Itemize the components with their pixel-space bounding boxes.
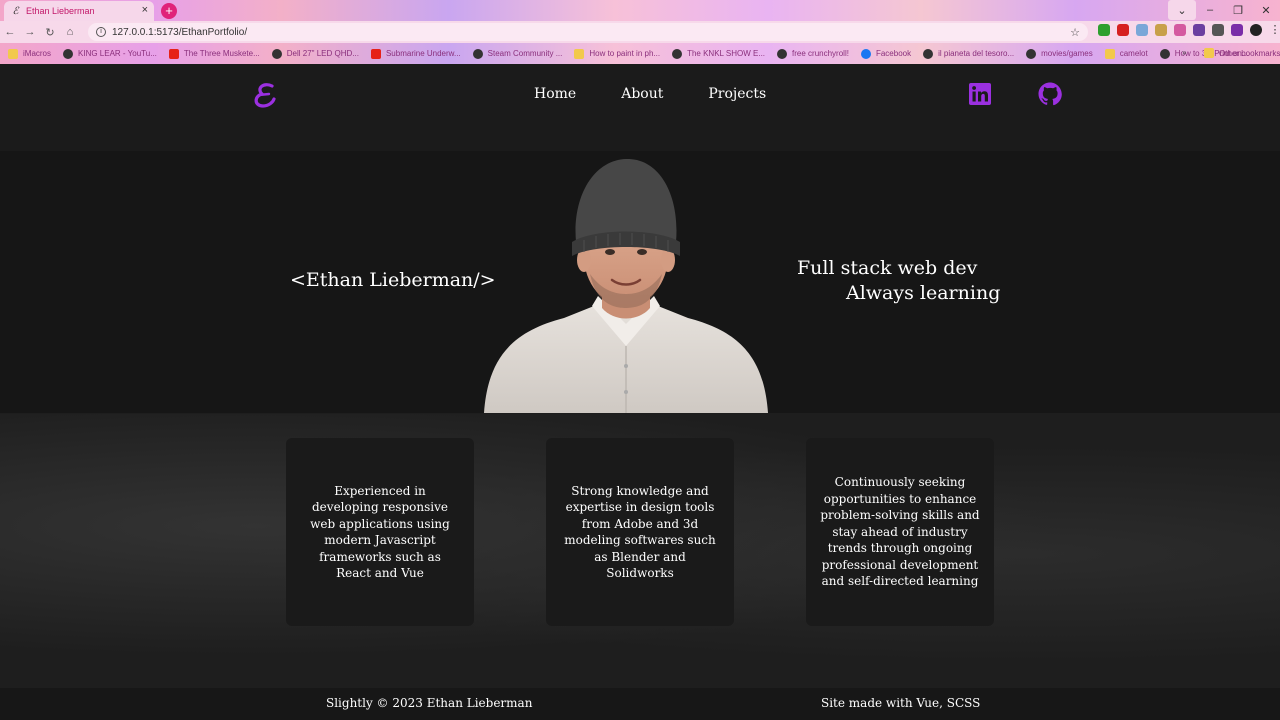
reload-icon[interactable]: ↻ [40, 26, 60, 39]
nav-link-home[interactable]: Home [534, 86, 576, 102]
folder-icon [1204, 48, 1214, 58]
bookmark-item[interactable]: free crunchyroll! [777, 48, 849, 59]
minimize-icon[interactable]: – [1196, 0, 1224, 20]
globe-icon [672, 48, 683, 59]
tab-strip: ℰ Ethan Lieberman × + ⌄ – ❐ ✕ [0, 0, 1280, 21]
back-icon[interactable]: ← [0, 26, 20, 38]
skill-card-text: Strong knowledge and expertise in design… [564, 483, 716, 581]
bookmark-star-icon[interactable]: ☆ [1070, 26, 1080, 39]
close-window-icon[interactable]: ✕ [1252, 0, 1280, 20]
portfolio-page: Home About Projects <Ethan Lieberman/> F… [0, 64, 1280, 720]
browser-tab[interactable]: ℰ Ethan Lieberman × [4, 1, 154, 21]
youtube-icon [370, 48, 381, 59]
bookmark-item[interactable]: The KNKL SHOW E... [672, 48, 765, 59]
site-info-icon[interactable]: i [96, 27, 106, 37]
extension-icon[interactable] [1098, 24, 1110, 36]
home-icon[interactable]: ⌂ [60, 26, 80, 38]
nav-link-about[interactable]: About [621, 86, 663, 102]
nav-link-projects[interactable]: Projects [708, 86, 766, 102]
bookmark-item[interactable]: Facebook [860, 48, 911, 59]
bookmark-item[interactable]: movies/games [1026, 48, 1093, 59]
footer-copyright: Slightly © 2023 Ethan Lieberman [326, 696, 533, 710]
bookmark-item[interactable]: How to paint in ph... [574, 48, 660, 59]
browser-chrome: ℰ Ethan Lieberman × + ⌄ – ❐ ✕ ← → ↻ ⌂ i … [0, 0, 1280, 64]
bookmark-item[interactable]: Steam Community ... [472, 48, 562, 59]
hero-tagline-1: Full stack web dev [797, 257, 978, 279]
globe-icon [1159, 48, 1170, 59]
extension-icon[interactable] [1155, 24, 1167, 36]
skill-card: Strong knowledge and expertise in design… [546, 438, 734, 626]
globe-icon [63, 48, 74, 59]
bookmarks-bar: iMacros KING LEAR - YouTu... The Three M… [0, 43, 1280, 64]
profile-avatar-icon[interactable] [1250, 24, 1262, 36]
skill-card-text: Experienced in developing responsive web… [310, 483, 450, 581]
bookmark-item[interactable]: Dell 27" LED QHD... [271, 48, 359, 59]
site-footer: Slightly © 2023 Ethan Lieberman Site mad… [0, 688, 1280, 720]
youtube-icon [168, 48, 179, 59]
bookmarks-overflow-button[interactable]: » [1182, 48, 1186, 57]
extensions-area: ⋮ [1098, 24, 1280, 36]
linkedin-icon[interactable] [968, 82, 992, 106]
portrait-photo [484, 158, 768, 413]
tab-title: Ethan Lieberman [26, 6, 95, 16]
skill-card: Experienced in developing responsive web… [286, 438, 474, 626]
folder-icon [8, 48, 18, 59]
adblock-extension-icon[interactable] [1117, 24, 1129, 36]
extension-icon[interactable] [1136, 24, 1148, 36]
hero-section: <Ethan Lieberman/> Full stack web dev Al… [0, 151, 1280, 413]
close-tab-icon[interactable]: × [142, 4, 148, 16]
nav-links: Home About Projects [534, 86, 811, 102]
skill-card-text: Continuously seeking opportunities to en… [820, 475, 980, 589]
menu-kebab-icon[interactable]: ⋮ [1269, 24, 1280, 36]
bookmark-item[interactable]: camelot [1104, 48, 1148, 59]
side-panel-icon[interactable] [1231, 24, 1243, 36]
bookmark-item[interactable]: iMacros [8, 48, 51, 59]
bookmark-item[interactable]: KING LEAR - YouTu... [63, 48, 157, 59]
downloads-icon[interactable] [1212, 24, 1224, 36]
restore-icon[interactable]: ❐ [1224, 0, 1252, 20]
new-tab-button[interactable]: + [161, 3, 177, 19]
skill-card: Continuously seeking opportunities to en… [806, 438, 994, 626]
hero-tagline-2: Always learning [846, 282, 1001, 304]
url-text: 127.0.0.1:5173/EthanPortfolio/ [112, 26, 248, 38]
site-favicon-icon: ℰ [12, 5, 19, 17]
globe-icon [271, 48, 282, 59]
extension-icon[interactable] [1174, 24, 1186, 36]
folder-icon [574, 48, 585, 59]
address-bar[interactable]: i 127.0.0.1:5173/EthanPortfolio/ ☆ [88, 23, 1088, 41]
bookmark-item[interactable]: il pianeta del tesoro... [923, 48, 1014, 59]
forward-icon[interactable]: → [20, 26, 40, 38]
logo-icon[interactable] [250, 80, 282, 112]
globe-icon [923, 48, 934, 59]
puzzle-extensions-icon[interactable] [1193, 24, 1205, 36]
skills-cards: Experienced in developing responsive web… [0, 438, 1280, 628]
github-icon[interactable] [1038, 82, 1062, 106]
other-bookmarks[interactable]: Other bookmarks [1204, 48, 1280, 58]
facebook-icon [860, 48, 871, 59]
folder-icon [1104, 48, 1115, 59]
bookmark-item[interactable]: The Three Muskete... [168, 48, 260, 59]
steam-icon [472, 48, 483, 59]
footer-tech: Site made with Vue, SCSS [821, 696, 981, 710]
globe-icon [777, 48, 788, 59]
globe-icon [1026, 48, 1037, 59]
bookmark-item[interactable]: Submarine Underw... [370, 48, 461, 59]
browser-toolbar: ← → ↻ ⌂ i 127.0.0.1:5173/EthanPortfolio/… [0, 21, 1280, 43]
hero-name: <Ethan Lieberman/> [290, 269, 496, 291]
tab-search-icon[interactable]: ⌄ [1168, 0, 1196, 20]
site-navbar: Home About Projects [0, 64, 1280, 151]
